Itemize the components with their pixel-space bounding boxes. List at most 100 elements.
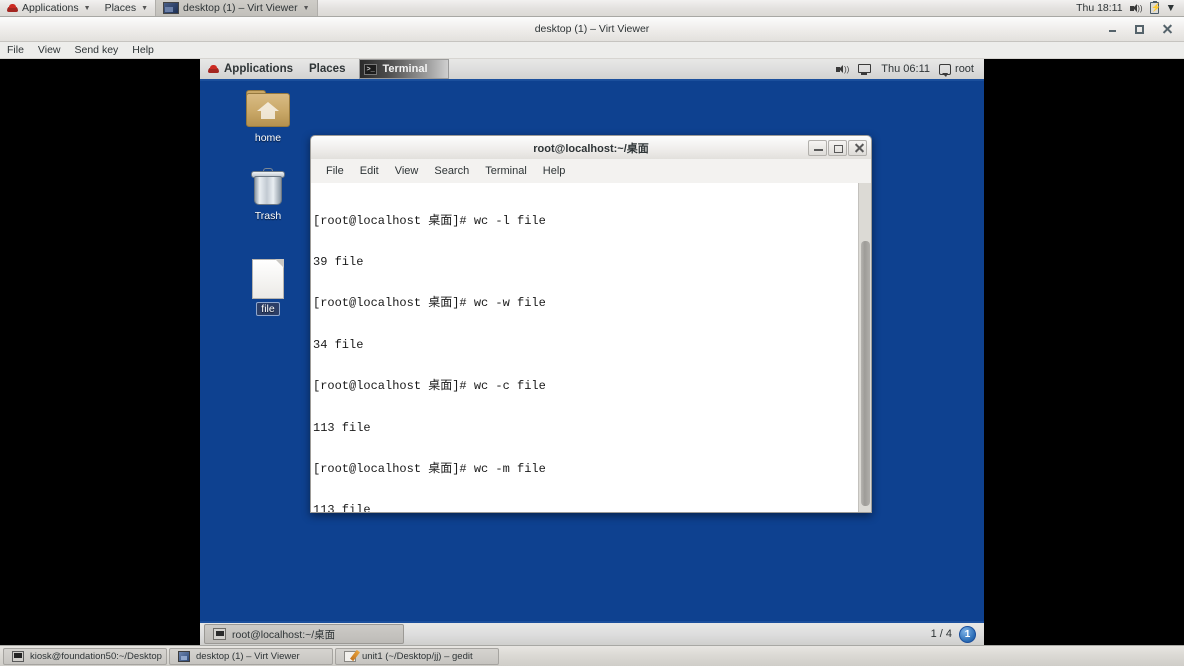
taskbar-item-virt-viewer[interactable]: desktop (1) – Virt Viewer	[169, 647, 333, 665]
host-places-menu[interactable]: Places ▼	[98, 0, 155, 16]
terminal-icon	[213, 628, 226, 640]
network-icon[interactable]	[858, 63, 872, 75]
virt-viewer-titlebar[interactable]: desktop (1) – Virt Viewer	[0, 17, 1184, 42]
taskbar-item-gedit-label: unit1 (~/Desktop/jj) – gedit	[362, 650, 473, 662]
close-icon[interactable]	[1162, 24, 1173, 35]
host-top-panel: Applications ▼ Places ▼ desktop (1) – Vi…	[0, 0, 1184, 17]
host-clock[interactable]: Thu 18:11	[1076, 2, 1123, 14]
chevron-down-icon: ▼	[302, 4, 310, 12]
terminal-scrollbar-thumb[interactable]	[861, 241, 870, 506]
terminal-window-buttons	[807, 139, 871, 156]
battery-icon[interactable]	[1149, 0, 1161, 14]
vm-applications-label: Applications	[224, 63, 294, 75]
speaker-icon[interactable]: ))	[1129, 3, 1143, 14]
close-icon[interactable]	[848, 139, 867, 156]
vm-workspace-text: 1 / 4	[930, 628, 952, 640]
vm-panel-menus: Applications Places	[200, 59, 353, 79]
vm-taskbar-item-terminal[interactable]: root@localhost:~/桌面	[204, 624, 404, 644]
terminal-line: [root@localhost 桌面]# wc -w file	[313, 296, 546, 311]
terminal-line: [root@localhost 桌面]# wc -l file	[313, 213, 546, 228]
terminal-icon: >_	[364, 63, 378, 75]
terminal-line: 113 file	[313, 503, 371, 512]
terminal-menu-search[interactable]: Search	[426, 159, 477, 183]
vm-clock[interactable]: Thu 06:11	[881, 63, 930, 75]
virt-viewer-icon	[163, 2, 180, 14]
vm-bottom-panel: root@localhost:~/桌面 1 / 4 1	[200, 621, 984, 645]
desktop-icon-trash-label: Trash	[254, 210, 282, 222]
host-active-window-label: desktop (1) – Virt Viewer	[183, 2, 298, 14]
vm-workspace-indicator[interactable]: 1	[959, 625, 976, 643]
vv-menu-send-key[interactable]: Send key	[68, 42, 126, 59]
minimize-icon[interactable]	[808, 139, 827, 156]
desktop-icon-home-label: home	[254, 132, 282, 144]
trash-icon	[251, 168, 285, 207]
desktop-icon-home[interactable]: home	[236, 90, 300, 144]
virt-viewer-window-buttons	[1108, 24, 1184, 35]
redhat-logo-icon	[208, 64, 219, 75]
chevron-down-icon[interactable]: ▼	[1166, 2, 1176, 14]
host-applications-label: Applications	[22, 2, 79, 14]
terminal-menu-help[interactable]: Help	[535, 159, 574, 183]
vm-places-menu[interactable]: Places	[301, 59, 353, 79]
home-folder-icon	[246, 90, 290, 129]
restore-icon[interactable]	[1135, 24, 1144, 34]
vm-panel-tray: )) Thu 06:11 root	[836, 63, 984, 77]
virt-viewer-icon	[178, 650, 190, 662]
terminal-line: [root@localhost 桌面]# wc -c file	[313, 379, 546, 394]
vv-menu-view[interactable]: View	[31, 42, 68, 59]
host-taskbar: kiosk@foundation50:~/Desktop desktop (1)…	[0, 645, 1184, 666]
taskbar-item-gedit[interactable]: unit1 (~/Desktop/jj) – gedit	[335, 647, 499, 665]
vv-menu-help[interactable]: Help	[125, 42, 161, 59]
maximize-icon[interactable]	[828, 139, 847, 156]
taskbar-item-terminal[interactable]: kiosk@foundation50:~/Desktop	[3, 647, 167, 665]
vm-window-list: root@localhost:~/桌面	[200, 623, 404, 645]
vm-window-menu-label: Terminal	[382, 63, 428, 75]
screen: Applications ▼ Places ▼ desktop (1) – Vi…	[0, 0, 1184, 666]
terminal-menubar: File Edit View Search Terminal Help	[310, 159, 872, 183]
terminal-scrollbar[interactable]	[858, 183, 871, 512]
virt-viewer-window: desktop (1) – Virt Viewer File View Send…	[0, 17, 1184, 645]
vv-menu-file[interactable]: File	[0, 42, 31, 59]
terminal-menu-view[interactable]: View	[387, 159, 427, 183]
vm-top-panel: Applications Places >_ Terminal )) Thu 0…	[200, 59, 984, 81]
terminal-window[interactable]: root@localhost:~/桌面 File Edit View Searc…	[310, 135, 872, 513]
host-panel-tray: Thu 18:11 )) ▼	[1076, 0, 1184, 14]
redhat-logo-icon	[7, 3, 18, 14]
host-places-label: Places	[104, 2, 137, 14]
virt-viewer-display-area: Applications Places >_ Terminal )) Thu 0…	[0, 59, 1184, 645]
chevron-down-icon: ▼	[83, 4, 91, 12]
vm-applications-menu[interactable]: Applications	[200, 59, 301, 79]
vm-workspace-switcher[interactable]: 1 / 4 1	[930, 625, 984, 643]
vm-taskbar-item-label: root@localhost:~/桌面	[232, 628, 336, 641]
desktop-icon-file-label: file	[256, 302, 280, 316]
terminal-line: 113 file	[313, 420, 371, 435]
terminal-line: 39 file	[313, 254, 364, 269]
vm-desktop[interactable]: Applications Places >_ Terminal )) Thu 0…	[200, 59, 984, 645]
taskbar-item-terminal-label: kiosk@foundation50:~/Desktop	[30, 650, 162, 662]
desktop-icon-trash[interactable]: Trash	[236, 168, 300, 222]
vm-places-label: Places	[309, 63, 346, 75]
terminal-titlebar[interactable]: root@localhost:~/桌面	[310, 135, 872, 159]
host-panel-menus: Applications ▼ Places ▼ desktop (1) – Vi…	[0, 0, 318, 16]
user-icon	[939, 63, 952, 77]
gedit-icon	[344, 650, 356, 662]
terminal-icon	[12, 650, 24, 662]
vm-user-label: root	[955, 63, 974, 75]
terminal-output[interactable]: [root@localhost 桌面]# wc -l file 39 file …	[311, 183, 858, 512]
vm-window-menu-terminal[interactable]: >_ Terminal	[359, 59, 450, 79]
terminal-menu-terminal[interactable]: Terminal	[477, 159, 535, 183]
terminal-menu-file[interactable]: File	[318, 159, 352, 183]
terminal-title: root@localhost:~/桌面	[533, 142, 649, 155]
speaker-icon[interactable]: ))	[836, 64, 849, 75]
vm-user-menu[interactable]: root	[939, 63, 974, 77]
text-file-icon	[252, 259, 284, 299]
terminal-line: [root@localhost 桌面]# wc -m file	[313, 461, 546, 476]
taskbar-item-virt-viewer-label: desktop (1) – Virt Viewer	[196, 650, 300, 662]
minimize-icon[interactable]	[1108, 24, 1117, 34]
host-active-window-menu[interactable]: desktop (1) – Virt Viewer ▼	[155, 0, 318, 16]
terminal-menu-edit[interactable]: Edit	[352, 159, 387, 183]
host-applications-menu[interactable]: Applications ▼	[0, 0, 98, 16]
terminal-content-area[interactable]: [root@localhost 桌面]# wc -l file 39 file …	[310, 183, 872, 513]
desktop-icon-file[interactable]: file	[236, 259, 300, 316]
terminal-line: 34 file	[313, 337, 364, 352]
